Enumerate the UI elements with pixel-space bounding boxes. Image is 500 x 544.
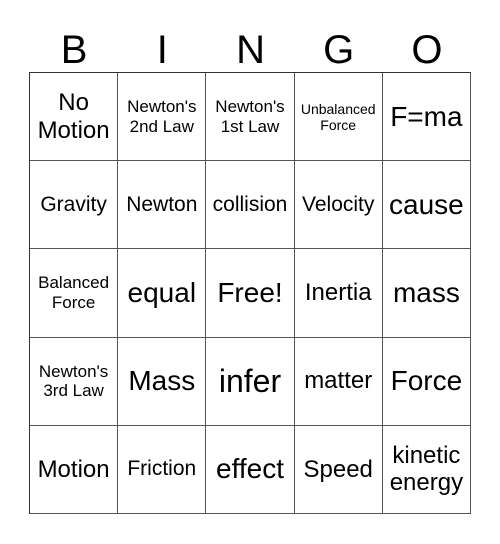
bingo-cell[interactable]: Velocity	[294, 161, 383, 250]
bingo-cell[interactable]: cause	[382, 161, 471, 250]
bingo-cell[interactable]: equal	[118, 249, 207, 338]
header-letter-n: N	[236, 28, 265, 72]
bingo-cell[interactable]: Inertia	[294, 249, 383, 338]
bingo-cell[interactable]: collision	[206, 161, 295, 250]
bingo-cell[interactable]: Newton's 2nd Law	[118, 73, 207, 162]
bingo-header: B I N G O	[30, 30, 471, 70]
header-letter-b: B	[60, 28, 88, 72]
bingo-cell[interactable]: Newton's 1st Law	[206, 73, 295, 162]
bingo-cell[interactable]: infer	[206, 337, 295, 426]
bingo-cell-free[interactable]: Free!	[206, 249, 295, 338]
header-letter-g: G	[323, 28, 355, 72]
bingo-cell[interactable]: matter	[294, 337, 383, 426]
bingo-cell[interactable]: Gravity	[30, 161, 119, 250]
bingo-cell[interactable]: kinetic energy	[382, 425, 471, 514]
bingo-cell[interactable]: Friction	[118, 425, 207, 514]
bingo-cell[interactable]: Newton	[118, 161, 207, 250]
bingo-card: No Motion Newton's 2nd Law Newton's 1st …	[29, 72, 471, 514]
bingo-cell[interactable]: No Motion	[30, 73, 119, 162]
header-letter-o: O	[411, 28, 443, 72]
bingo-cell[interactable]: mass	[382, 249, 471, 338]
bingo-cell[interactable]: Mass	[118, 337, 207, 426]
bingo-cell[interactable]: Balanced Force	[30, 249, 119, 338]
bingo-cell[interactable]: effect	[206, 425, 295, 514]
bingo-cell[interactable]: Speed	[294, 425, 383, 514]
bingo-cell[interactable]: Newton's 3rd Law	[30, 337, 119, 426]
header-letter-i: I	[156, 28, 168, 72]
bingo-cell[interactable]: Motion	[30, 425, 119, 514]
bingo-cell[interactable]: F=ma	[382, 73, 471, 162]
bingo-cell[interactable]: Force	[382, 337, 471, 426]
bingo-cell[interactable]: Unbalanced Force	[294, 73, 383, 162]
